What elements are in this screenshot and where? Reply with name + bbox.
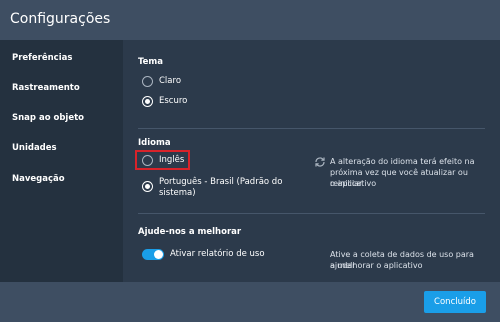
title-bar: Configurações xyxy=(0,0,500,40)
language-note-line3: o aplicativo xyxy=(330,179,377,188)
sidebar-item-object-snap[interactable]: Snap ao objeto xyxy=(12,113,84,123)
sync-icon xyxy=(315,157,325,167)
toggle-knob xyxy=(154,250,163,259)
theme-dark-radio[interactable] xyxy=(142,96,153,107)
usage-note-line2: a melhorar o aplicativo xyxy=(330,261,423,270)
settings-panel: Tema Claro Escuro Idioma Inglês Portuguê… xyxy=(123,40,500,282)
sidebar: Preferências Rastreamento Snap ao objeto… xyxy=(0,40,124,282)
language-portuguese-radio[interactable] xyxy=(142,181,153,192)
usage-section-title: Ajude-nos a melhorar xyxy=(138,227,242,237)
language-english-radio[interactable] xyxy=(142,155,153,166)
usage-report-toggle[interactable] xyxy=(142,249,164,260)
theme-light-radio[interactable] xyxy=(142,76,153,87)
sidebar-item-navigation[interactable]: Navegação xyxy=(12,174,65,184)
sidebar-item-preferences[interactable]: Preferências xyxy=(0,44,124,74)
theme-dark-label[interactable]: Escuro xyxy=(159,96,187,107)
section-divider xyxy=(138,128,485,129)
language-section-title: Idioma xyxy=(138,138,171,148)
language-note-line1: A alteração do idioma terá efeito na xyxy=(330,157,475,166)
sidebar-item-units[interactable]: Unidades xyxy=(12,143,57,153)
window-title: Configurações xyxy=(10,11,111,27)
done-button[interactable]: Concluído xyxy=(424,291,486,313)
language-portuguese-label-line1[interactable]: Português - Brasil (Padrão do xyxy=(159,177,282,188)
usage-toggle-label[interactable]: Ativar relatório de uso xyxy=(170,249,265,260)
language-english-label[interactable]: Inglês xyxy=(159,155,184,166)
theme-section-title: Tema xyxy=(138,57,164,67)
sidebar-item-tracking[interactable]: Rastreamento xyxy=(12,83,80,93)
section-divider xyxy=(138,213,485,214)
theme-light-label[interactable]: Claro xyxy=(159,76,181,87)
language-portuguese-label-line2[interactable]: sistema) xyxy=(159,188,196,199)
